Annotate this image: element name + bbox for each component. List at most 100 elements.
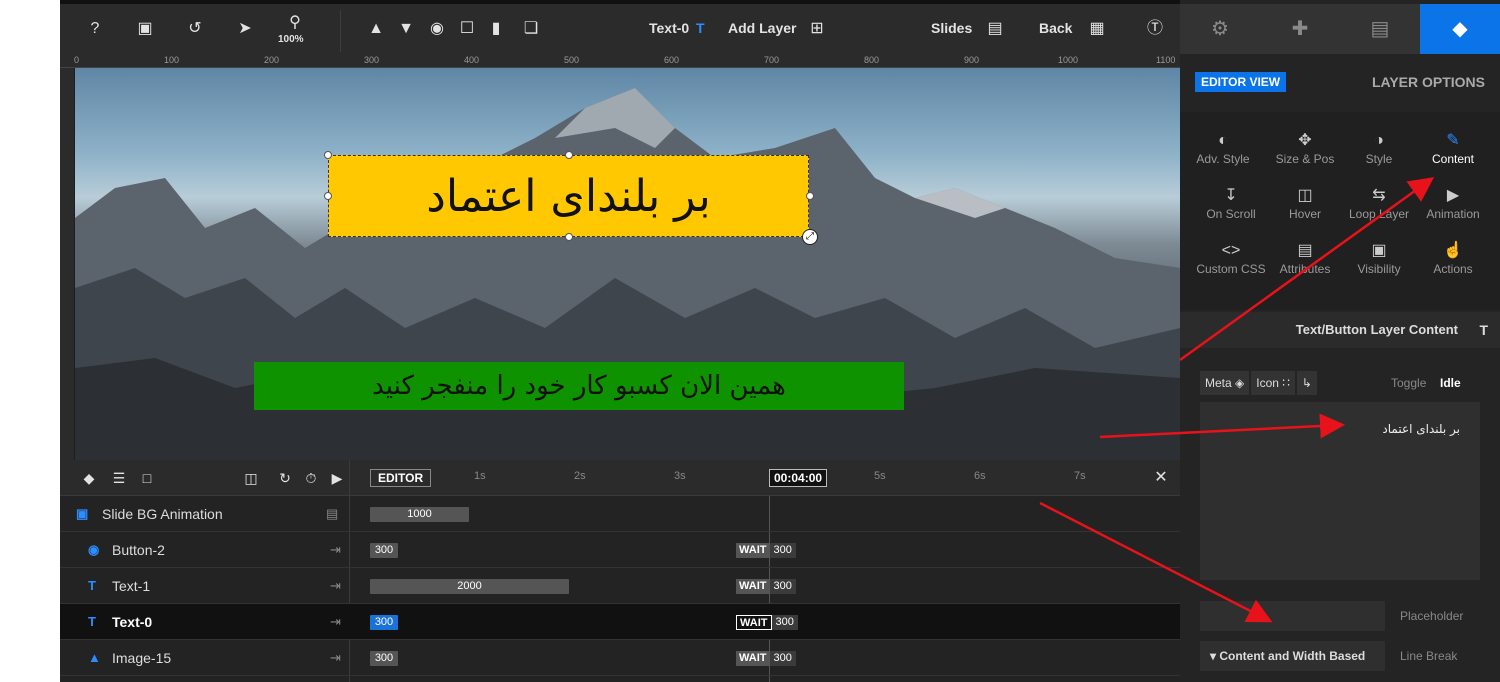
end-arrow-icon[interactable]: ⇥ bbox=[330, 650, 341, 666]
close-icon[interactable]: ✕ bbox=[1150, 467, 1172, 489]
options-grid: ◐ Adv. Style ✥ Size & Pos ◑ Style ✎ Content … bbox=[1180, 112, 1500, 310]
line-break-icon[interactable]: ↳ bbox=[1296, 371, 1317, 395]
help-icon[interactable]: ? bbox=[84, 18, 106, 40]
zoom-icon[interactable]: ⚲ bbox=[284, 12, 306, 34]
selected-text-layer[interactable]: بر بلندای اعتماد bbox=[328, 155, 809, 237]
toggle-label[interactable]: Toggle bbox=[1391, 376, 1426, 390]
actions-option[interactable]: ☝ Actions bbox=[1413, 240, 1493, 295]
navigation-tab-icon[interactable]: ✚ bbox=[1260, 4, 1340, 54]
wait-bar[interactable]: WAIT 300 bbox=[736, 615, 798, 630]
custom-css-option[interactable]: <> Custom CSS bbox=[1191, 240, 1271, 295]
placeholder-input[interactable] bbox=[1200, 601, 1385, 631]
bg-image-icon[interactable]: ▤ bbox=[326, 506, 338, 522]
slides-button[interactable]: Slides bbox=[931, 20, 972, 36]
ruler-tick: 0 bbox=[74, 55, 80, 65]
animation-bar[interactable]: 300 bbox=[370, 651, 398, 666]
style-option[interactable]: ◑ Style bbox=[1339, 130, 1419, 185]
wordpress-icon[interactable]: Ⓣ bbox=[1144, 18, 1166, 40]
trash-icon[interactable]: ▮ bbox=[485, 18, 507, 40]
row-label: Slide BG Animation bbox=[102, 506, 223, 522]
timeline-row-selected[interactable]: T Text-0 ⇥ 300 WAIT 300 bbox=[60, 604, 1180, 640]
palette-icon: ◑ bbox=[1374, 132, 1384, 149]
hand-icon: ☝ bbox=[1443, 242, 1463, 259]
slides-tab-icon[interactable]: ▤ bbox=[1340, 4, 1420, 54]
layer-options-title[interactable]: LAYER OPTIONS bbox=[1372, 74, 1485, 90]
hover-option[interactable]: ◫ Hover bbox=[1265, 185, 1345, 240]
duplicate-icon[interactable]: ❏ bbox=[520, 18, 542, 40]
time-mark: 7s bbox=[1074, 470, 1086, 482]
time-mark: 1s bbox=[474, 470, 486, 482]
back-button[interactable]: Back bbox=[1039, 20, 1072, 36]
resize-corner-icon[interactable]: ⤢ bbox=[802, 229, 818, 245]
image-icon: ▣ bbox=[76, 506, 89, 521]
resize-handle[interactable] bbox=[324, 192, 332, 200]
resize-handle[interactable] bbox=[565, 233, 573, 241]
lock-icon[interactable]: ☐ bbox=[456, 18, 478, 40]
document-icon: ▤ bbox=[1297, 242, 1313, 259]
eye-icon[interactable]: ◉ bbox=[426, 18, 448, 40]
play-icon: ▶ bbox=[1446, 187, 1460, 204]
ruler-tick: 600 bbox=[664, 55, 680, 65]
settings-tab-icon[interactable]: ⚙ bbox=[1180, 4, 1260, 54]
green-text-layer[interactable]: همین الان کسبو کار خود را منفجر کنید bbox=[254, 362, 904, 410]
timeline-panel: ◆ ☰ □ ◫ ↻ ⏱ ▶ EDITOR 1s 2s 3s 00:04:00 5… bbox=[60, 460, 1180, 682]
undo-icon[interactable]: ↺ bbox=[184, 18, 206, 40]
resize-handle[interactable] bbox=[565, 151, 573, 159]
animation-bar[interactable]: 300 bbox=[370, 615, 398, 630]
resize-handle[interactable] bbox=[324, 151, 332, 159]
editor-button[interactable]: EDITOR bbox=[370, 469, 432, 487]
size-pos-option[interactable]: ✥ Size & Pos bbox=[1265, 130, 1345, 185]
visibility-option[interactable]: ▣ Visibility bbox=[1339, 240, 1419, 295]
ruler-tick: 500 bbox=[564, 55, 580, 65]
meta-button[interactable]: Meta ◈ bbox=[1200, 371, 1250, 395]
text-type-icon: T bbox=[696, 20, 705, 36]
cursor-icon[interactable]: ➤ bbox=[234, 18, 256, 40]
wait-bar[interactable]: WAIT 300 bbox=[736, 651, 796, 666]
end-arrow-icon[interactable]: ⇥ bbox=[330, 578, 341, 594]
ruler-tick: 700 bbox=[764, 55, 780, 65]
add-layer-icon[interactable]: ⊞ bbox=[806, 18, 828, 40]
animation-bar[interactable]: 2000 bbox=[370, 579, 569, 594]
desktop-icon[interactable]: ▣ bbox=[134, 18, 156, 40]
attributes-option[interactable]: ▤ Attributes bbox=[1265, 240, 1345, 295]
wait-bar[interactable]: WAIT 300 bbox=[736, 543, 796, 558]
animation-bar[interactable]: 1000 bbox=[370, 507, 469, 522]
contrast-icon: ◐ bbox=[1218, 132, 1228, 149]
current-layer-name[interactable]: Text-0 bbox=[649, 20, 689, 36]
content-textarea[interactable]: بر بلندای اعتماد bbox=[1200, 402, 1480, 580]
content-option[interactable]: ✎ Content bbox=[1413, 130, 1493, 185]
idle-label[interactable]: Idle bbox=[1440, 376, 1461, 390]
horizontal-ruler: 0 100 200 300 400 500 700 600 800 900 10… bbox=[60, 54, 1180, 68]
adv-style-option[interactable]: ◐ Adv. Style bbox=[1183, 130, 1263, 185]
section-title: Text/Button Layer Content bbox=[1295, 322, 1458, 337]
resize-handle[interactable] bbox=[806, 192, 814, 200]
timeline-row[interactable]: ▣ Slide BG Animation ▤ 1000 bbox=[60, 496, 1180, 532]
text-icon: T bbox=[88, 614, 96, 629]
end-arrow-icon[interactable]: ⇥ bbox=[330, 614, 341, 630]
line-break-select[interactable]: ▾ Content and Width Based bbox=[1200, 641, 1385, 671]
add-layer-button[interactable]: Add Layer bbox=[728, 20, 796, 36]
slider-editor-app: ? ▣ ↺ ➤ ⚲ 100% ▲ ▼ ◉ ☐ ▮ ❏ Text-0 T Add … bbox=[60, 0, 1500, 682]
layers-tab-icon[interactable]: ◆ bbox=[1420, 4, 1500, 54]
ruler-tick: 1100 bbox=[1156, 55, 1176, 65]
timeline-row[interactable]: ◉ Button-2 ⇥ 300 WAIT 300 bbox=[60, 532, 1180, 568]
editor-view-badge[interactable]: EDITOR VIEW bbox=[1195, 72, 1287, 92]
timeline-row[interactable]: T Text-1 ⇥ 2000 WAIT 300 bbox=[60, 568, 1180, 604]
text-icon: T bbox=[88, 578, 96, 593]
icon-button[interactable]: Icon ∷ bbox=[1251, 371, 1295, 395]
wait-bar[interactable]: WAIT 300 bbox=[736, 579, 796, 594]
animation-bar[interactable]: 300 bbox=[370, 543, 398, 558]
end-arrow-icon[interactable]: ⇥ bbox=[330, 542, 341, 558]
slide-canvas[interactable]: همین الان کسبو کار خود را منفجر کنید بر … bbox=[75, 68, 1180, 460]
grid-icon[interactable]: ▦ bbox=[1086, 18, 1108, 40]
move-up-icon[interactable]: ▲ bbox=[365, 18, 387, 40]
slides-icon[interactable]: ▤ bbox=[984, 18, 1006, 40]
timeline-row[interactable]: ▲ Image-15 ⇥ 300 WAIT 300 bbox=[60, 640, 1180, 676]
scroll-icon: ↧ bbox=[1224, 187, 1238, 204]
current-time[interactable]: 00:04:00 bbox=[769, 469, 828, 487]
loop-layer-option[interactable]: ⇆ Loop Layer bbox=[1339, 185, 1419, 240]
move-down-icon[interactable]: ▼ bbox=[395, 18, 417, 40]
visibility-icon: ▣ bbox=[1371, 242, 1387, 259]
on-scroll-option[interactable]: ↧ On Scroll bbox=[1191, 185, 1271, 240]
animation-option[interactable]: ▶ Animation bbox=[1413, 185, 1493, 240]
